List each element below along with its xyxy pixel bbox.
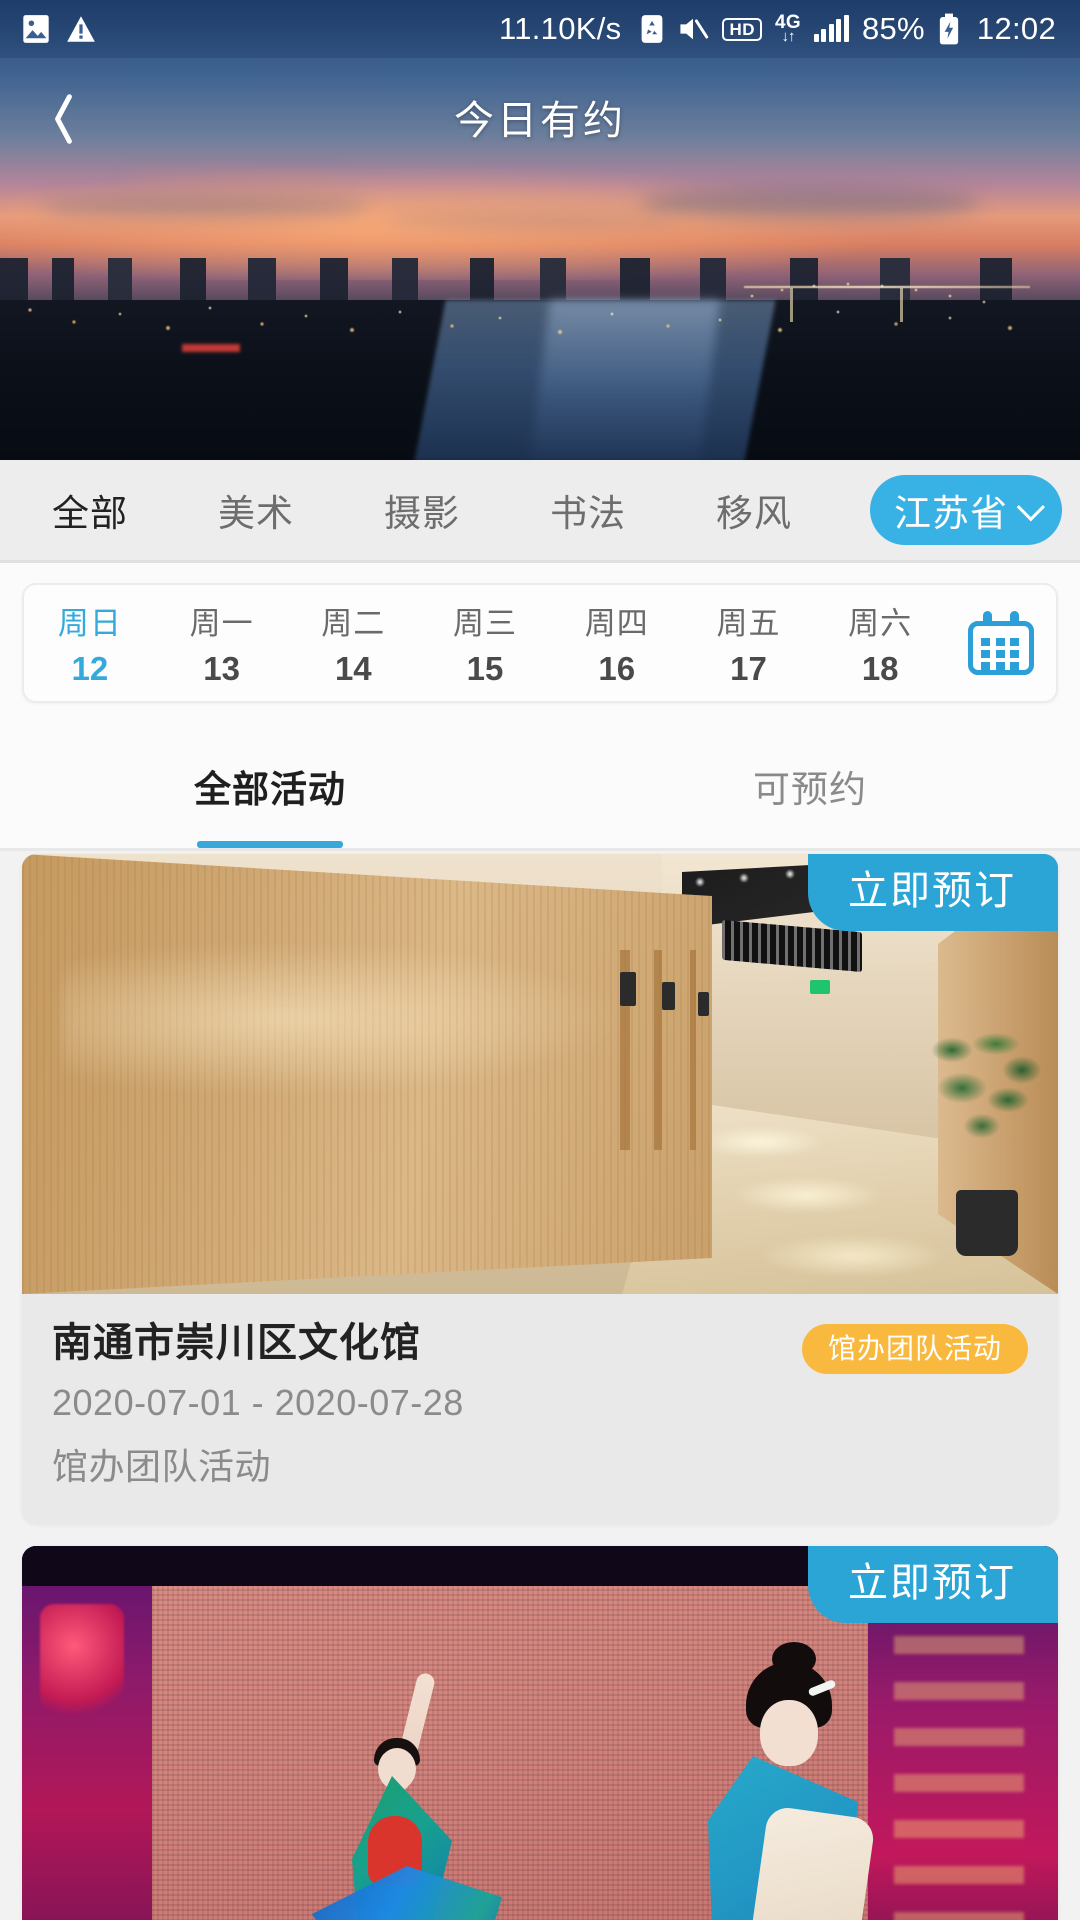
tab-bookable[interactable]: 可预约 <box>540 723 1080 848</box>
chevron-down-icon <box>1016 493 1045 522</box>
date-num-label: 17 <box>730 650 767 687</box>
date-num-label: 13 <box>203 650 240 687</box>
activity-tag-badge: 馆办团队活动 <box>801 1324 1028 1374</box>
date-strip-container: 周日 12 周一 13 周二 14 周三 15 周四 16 周五 17 周六 1… <box>0 563 1080 723</box>
activity-card[interactable]: 立即预订 南通市崇川区文化馆 2020-07-01 - 2020-07-28 馆… <box>22 854 1058 1524</box>
date-item-tuesday[interactable]: 周二 14 <box>287 598 419 688</box>
sub-tab-bar: 全部活动 可预约 <box>0 723 1080 851</box>
book-now-button[interactable]: 立即预订 <box>808 854 1058 931</box>
hd-icon: HD <box>722 17 763 41</box>
status-bar: 11.10K/s HD 4G ↓↑ 85% 12:02 <box>0 0 1080 58</box>
date-item-friday[interactable]: 周五 17 <box>683 598 815 688</box>
clock: 12:02 <box>976 11 1056 46</box>
calendar-picker-button[interactable] <box>946 611 1056 675</box>
app-screen: 11.10K/s HD 4G ↓↑ 85% 12:02 今日有约 全部 美术 摄… <box>0 0 1080 1920</box>
date-num-label: 16 <box>598 650 636 687</box>
category-tab-calligraphy[interactable]: 书法 <box>550 483 626 537</box>
navigation-bar: 今日有约 <box>0 58 1080 176</box>
battery-percent: 85% <box>861 11 925 46</box>
date-num-label: 18 <box>861 650 899 687</box>
tab-label: 可预约 <box>753 768 867 810</box>
date-dow-label: 周五 <box>716 606 781 641</box>
date-item-saturday[interactable]: 周六 18 <box>814 598 946 688</box>
date-strip: 周日 12 周一 13 周二 14 周三 15 周四 16 周五 17 周六 1… <box>22 583 1058 703</box>
network-type-icon: 4G ↓↑ <box>775 11 801 45</box>
tab-all-activities[interactable]: 全部活动 <box>0 723 540 848</box>
date-dow-label: 周四 <box>584 606 649 641</box>
date-num-label: 12 <box>71 650 109 687</box>
category-tab-all[interactable]: 全部 <box>52 483 128 537</box>
date-item-sunday[interactable]: 周日 12 <box>24 598 156 688</box>
page-title: 今日有约 <box>454 99 626 143</box>
activity-image-stage: 立即预订 <box>22 1546 1058 1920</box>
date-dow-label: 周一 <box>189 606 254 641</box>
signal-bars-icon <box>813 15 849 42</box>
category-scroller[interactable]: 全部 美术 摄影 书法 移风 <box>0 483 792 537</box>
category-tab-custom-reform[interactable]: 移风 <box>716 483 792 537</box>
recycle-icon <box>640 14 664 44</box>
chevron-left-icon <box>40 91 70 143</box>
category-tab-photography[interactable]: 摄影 <box>384 483 460 537</box>
date-item-thursday[interactable]: 周四 16 <box>551 598 683 688</box>
dancer-figure <box>312 1666 502 1920</box>
calendar-icon <box>968 611 1035 675</box>
activity-image-corridor: 立即预订 <box>22 854 1058 1294</box>
date-dow-label: 周三 <box>453 606 518 641</box>
activity-list[interactable]: 立即预订 南通市崇川区文化馆 2020-07-01 - 2020-07-28 馆… <box>0 854 1080 1920</box>
date-dow-label: 周日 <box>57 606 122 641</box>
date-num-label: 15 <box>466 650 504 687</box>
dancer-figure <box>668 1626 908 1920</box>
date-dow-label: 周六 <box>848 606 913 641</box>
region-selector-label: 江苏省 <box>894 493 1008 534</box>
image-icon <box>22 14 50 44</box>
date-dow-label: 周二 <box>321 606 386 641</box>
book-now-button[interactable]: 立即预订 <box>808 1546 1058 1623</box>
activity-title: 南通市崇川区文化馆 <box>52 1321 421 1365</box>
region-selector-button[interactable]: 江苏省 <box>870 475 1062 545</box>
category-tab-bar: 全部 美术 摄影 书法 移风 江苏省 <box>0 460 1080 560</box>
activity-date-range: 2020-07-01 - 2020-07-28 <box>52 1382 464 1423</box>
date-item-monday[interactable]: 周一 13 <box>156 598 288 688</box>
activity-card-body: 南通市崇川区文化馆 2020-07-01 - 2020-07-28 馆办团队活动… <box>22 1294 1058 1524</box>
battery-charging-icon <box>938 13 960 45</box>
date-item-wednesday[interactable]: 周三 15 <box>419 598 551 688</box>
mute-icon <box>677 15 709 43</box>
network-speed: 11.10K/s <box>498 11 622 46</box>
warning-icon <box>66 15 96 43</box>
activity-category: 馆办团队活动 <box>52 1446 272 1487</box>
tab-label: 全部活动 <box>194 768 346 810</box>
date-num-label: 14 <box>334 650 372 687</box>
category-tab-fine-art[interactable]: 美术 <box>218 483 294 537</box>
activity-card[interactable]: 立即预订 <box>22 1546 1058 1920</box>
